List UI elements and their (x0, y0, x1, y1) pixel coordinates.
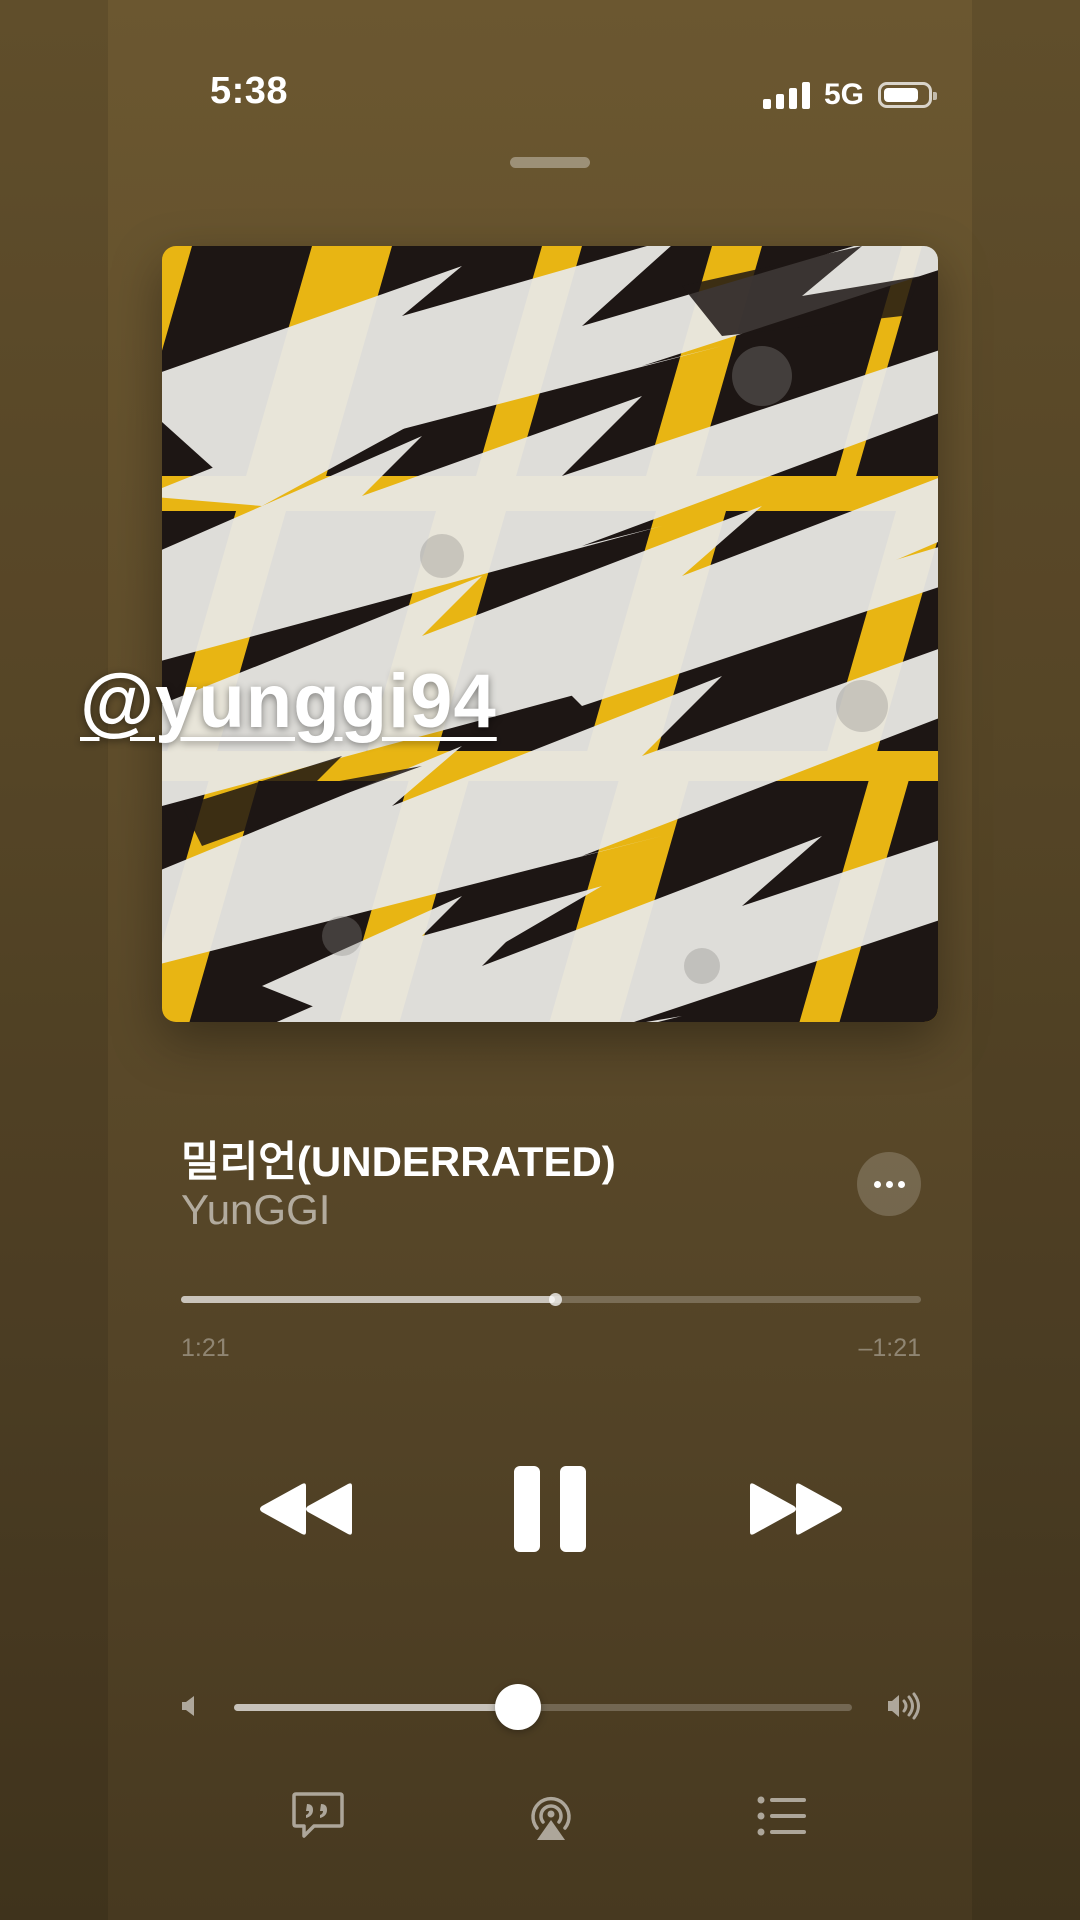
now-playing-screen: 5:38 5G @yunggi94 밀리언(UNDERRATED) YunGGI… (0, 0, 1080, 1920)
volume-high-icon (888, 1692, 920, 1720)
signal-bars-icon (762, 81, 810, 109)
scrubber-progress (181, 1296, 555, 1303)
volume-low-icon (182, 1696, 194, 1716)
track-title: 밀리언(UNDERRATED) (181, 1138, 616, 1185)
pause-icon[interactable] (512, 1464, 588, 1554)
sheet-grabber[interactable] (510, 157, 590, 168)
volume-handle[interactable] (495, 1684, 542, 1730)
network-type: 5G (823, 78, 864, 111)
status-indicators: 5G (762, 78, 937, 112)
rewind-icon[interactable] (256, 1480, 356, 1538)
ellipsis-icon (873, 1180, 881, 1188)
sheet-backdrop-right (972, 0, 1080, 1920)
lyrics-icon[interactable] (290, 1788, 346, 1844)
album-artwork (162, 246, 938, 1022)
airplay-icon[interactable] (523, 1788, 579, 1844)
sheet-backdrop-left (0, 0, 108, 1920)
status-time: 5:38 (210, 70, 289, 112)
fast-forward-icon[interactable] (746, 1480, 846, 1538)
volume-slider[interactable] (234, 1684, 852, 1730)
more-options-button[interactable] (857, 1152, 921, 1216)
volume-level (234, 1704, 519, 1711)
playback-scrubber[interactable] (181, 1293, 921, 1306)
battery-icon (878, 82, 937, 108)
username-watermark: @yunggi94 (80, 659, 497, 744)
time-remaining: –1:21 (858, 1334, 921, 1362)
scrubber-handle[interactable] (548, 1293, 562, 1306)
queue-list-icon[interactable] (754, 1788, 810, 1844)
time-elapsed: 1:21 (181, 1334, 230, 1362)
track-artist[interactable]: YunGGI (181, 1186, 330, 1234)
